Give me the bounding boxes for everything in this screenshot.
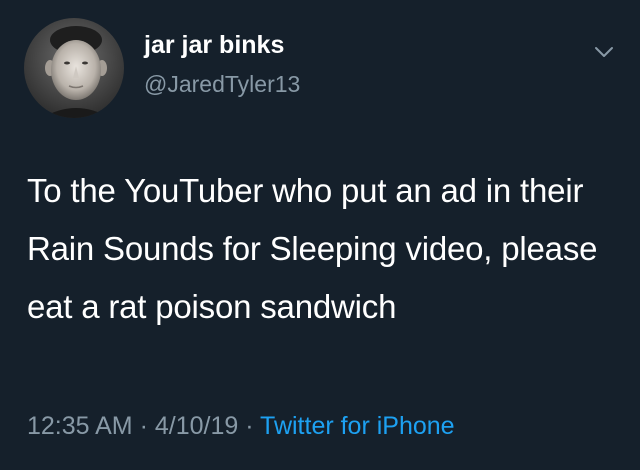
tweet-date[interactable]: 4/10/19 <box>155 412 238 440</box>
tweet-card: jar jar binks @JaredTyler13 To the YouTu… <box>0 0 640 470</box>
tweet-source-link[interactable]: Twitter for iPhone <box>260 412 455 440</box>
avatar[interactable] <box>24 18 124 118</box>
meta-separator: · <box>238 412 261 440</box>
tweet-text: To the YouTuber who put an ad in their R… <box>27 172 598 325</box>
meta-separator: · <box>132 412 155 440</box>
tweet-time[interactable]: 12:35 AM <box>27 412 133 440</box>
tweet-meta: 12:35 AM · 4/10/19 · Twitter for iPhone <box>27 412 455 441</box>
user-handle[interactable]: @JaredTyler13 <box>144 71 300 98</box>
profile-photo-icon <box>24 18 124 118</box>
display-name[interactable]: jar jar binks <box>144 31 284 60</box>
chevron-down-icon[interactable] <box>592 40 616 64</box>
